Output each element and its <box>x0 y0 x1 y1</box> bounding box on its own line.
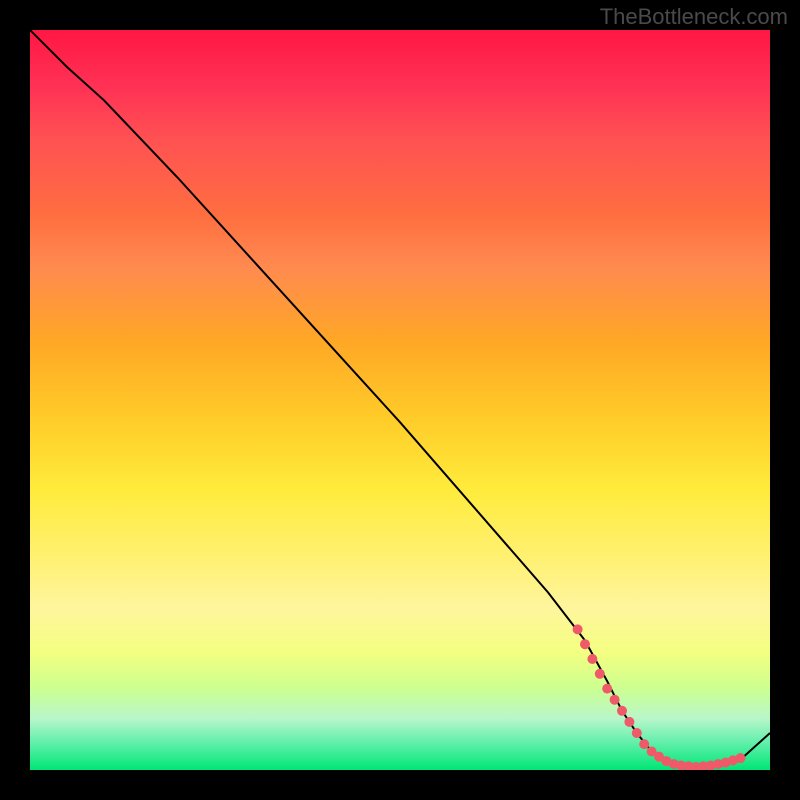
marker-dot <box>617 706 627 716</box>
marker-dot <box>610 695 620 705</box>
watermark-text: TheBottleneck.com <box>600 4 788 30</box>
marker-dot <box>602 684 612 694</box>
chart-plot-area <box>30 30 770 770</box>
marker-dot <box>624 717 634 727</box>
chart-line <box>30 30 770 767</box>
marker-dot <box>580 639 590 649</box>
marker-dot <box>587 654 597 664</box>
marker-dot <box>735 753 745 763</box>
marker-dot <box>595 669 605 679</box>
chart-svg <box>30 30 770 770</box>
marker-dot <box>573 624 583 634</box>
marker-dot <box>632 728 642 738</box>
marker-dot <box>639 739 649 749</box>
chart-markers <box>573 624 746 770</box>
